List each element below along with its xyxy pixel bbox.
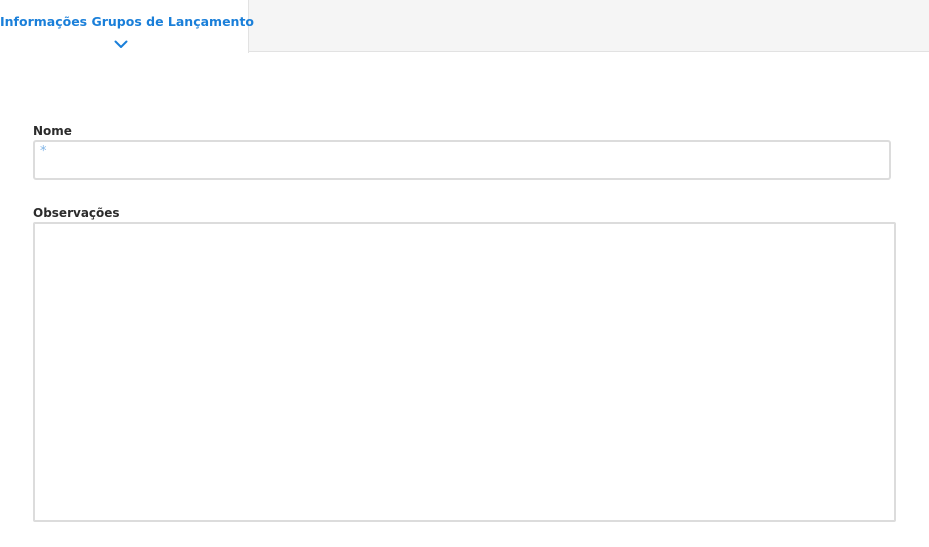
chevron-down-icon	[114, 40, 128, 48]
tab-bar: Informações Grupos de Lançamento	[0, 0, 929, 53]
tab-label: Informações Grupos de Lançamento	[0, 14, 255, 29]
observacoes-textarea[interactable]	[33, 222, 896, 522]
observacoes-label: Observações	[33, 206, 120, 220]
nome-label: Nome	[33, 124, 72, 138]
tab-informacoes-grupos-de-lancamento[interactable]: Informações Grupos de Lançamento	[0, 0, 255, 53]
nome-input[interactable]	[35, 142, 889, 178]
nome-field-wrapper: *	[33, 140, 891, 180]
